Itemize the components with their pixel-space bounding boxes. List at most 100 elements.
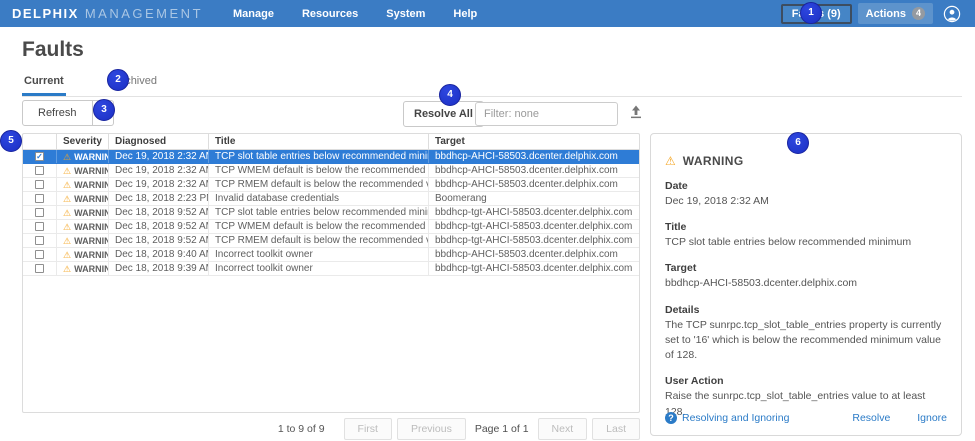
severity-cell: ⚠ WARNING xyxy=(56,178,108,191)
pagination-last-button[interactable]: Last xyxy=(592,418,640,440)
target-cell: Boomerang xyxy=(428,192,639,205)
warning-triangle-icon: ⚠ xyxy=(63,178,71,191)
annotation-callout-5: 5 xyxy=(0,130,22,152)
refresh-button[interactable]: Refresh xyxy=(22,100,93,126)
row-checkbox[interactable] xyxy=(35,152,44,161)
title-cell: TCP RMEM default is below the recommende… xyxy=(208,234,428,247)
annotation-callout-6: 6 xyxy=(787,132,809,154)
table-row[interactable]: ⚠ WARNING Dec 18, 2018 9:52 AM TCP slot … xyxy=(23,206,639,220)
target-cell: bbdhcp-AHCI-58503.dcenter.delphix.com xyxy=(428,178,639,191)
detail-severity-label: WARNING xyxy=(683,154,744,168)
column-header-title[interactable]: Title xyxy=(208,134,428,149)
export-icon[interactable] xyxy=(628,104,644,120)
target-cell: bbdhcp-tgt-AHCI-58503.dcenter.delphix.co… xyxy=(428,262,639,275)
ignore-link[interactable]: Ignore xyxy=(917,412,947,424)
warning-triangle-icon: ⚠ xyxy=(63,150,71,163)
severity-cell: ⚠ WARNING xyxy=(56,206,108,219)
table-row[interactable]: ⚠ WARNING Dec 19, 2018 2:32 AM TCP RMEM … xyxy=(23,178,639,192)
severity-label: WARNING xyxy=(74,234,108,247)
row-checkbox[interactable] xyxy=(35,194,44,203)
pagination-next-button[interactable]: Next xyxy=(538,418,588,440)
detail-date-label: Date xyxy=(665,180,947,192)
row-checkbox[interactable] xyxy=(35,208,44,217)
faults-tabs: Current Archived xyxy=(22,71,962,97)
pagination-previous-button[interactable]: Previous xyxy=(397,418,466,440)
row-checkbox-cell xyxy=(23,234,56,247)
user-profile-icon[interactable] xyxy=(943,5,961,23)
severity-cell: ⚠ WARNING xyxy=(56,150,108,163)
detail-title-label: Title xyxy=(665,221,947,233)
help-question-icon: ? xyxy=(665,412,677,424)
delphix-logo: DELPHIX MANAGEMENT xyxy=(12,6,203,21)
table-header-row: Severity Diagnosed Title Target xyxy=(23,134,639,150)
nav-item-system[interactable]: System xyxy=(372,8,439,20)
title-cell: TCP slot table entries below recommended… xyxy=(208,206,428,219)
detail-title-value: TCP slot table entries below recommended… xyxy=(665,235,947,250)
table-row[interactable]: ⚠ WARNING Dec 18, 2018 9:39 AM Incorrect… xyxy=(23,262,639,276)
diagnosed-cell: Dec 19, 2018 2:32 AM xyxy=(108,164,208,177)
row-checkbox-cell xyxy=(23,178,56,191)
filter-input[interactable] xyxy=(475,102,618,126)
title-cell: TCP WMEM default is below the recommende… xyxy=(208,164,428,177)
annotation-callout-2: 2 xyxy=(107,69,129,91)
row-checkbox-cell xyxy=(23,150,56,163)
tab-current[interactable]: Current xyxy=(22,75,66,96)
actions-button[interactable]: Actions 4 xyxy=(858,3,933,24)
diagnosed-cell: Dec 18, 2018 9:52 AM xyxy=(108,234,208,247)
detail-target-label: Target xyxy=(665,262,947,274)
nav-item-help[interactable]: Help xyxy=(439,8,491,20)
faults-toolbar: Refresh ▼ Resolve All xyxy=(0,100,975,128)
column-header-severity[interactable]: Severity xyxy=(56,134,108,149)
row-checkbox[interactable] xyxy=(35,166,44,175)
severity-label: WARNING xyxy=(74,220,108,233)
title-cell: TCP slot table entries below recommended… xyxy=(208,150,428,163)
resolve-all-button[interactable]: Resolve All xyxy=(403,101,484,127)
diagnosed-cell: Dec 18, 2018 2:23 PM xyxy=(108,192,208,205)
resolve-link[interactable]: Resolve xyxy=(852,412,890,424)
table-row[interactable]: ⚠ WARNING Dec 19, 2018 2:32 AM TCP slot … xyxy=(23,150,639,164)
resolving-and-ignoring-help-link[interactable]: ? Resolving and Ignoring xyxy=(665,412,789,424)
fault-detail-panel: ⚠ WARNING Date Dec 19, 2018 2:32 AM Titl… xyxy=(650,133,962,436)
diagnosed-cell: Dec 18, 2018 9:39 AM xyxy=(108,262,208,275)
detail-footer: ? Resolving and Ignoring Resolve Ignore xyxy=(665,412,947,424)
warning-triangle-icon: ⚠ xyxy=(63,206,71,219)
warning-triangle-icon: ⚠ xyxy=(63,234,71,247)
actions-button-label: Actions xyxy=(866,8,906,20)
target-cell: bbdhcp-AHCI-58503.dcenter.delphix.com xyxy=(428,248,639,261)
row-checkbox[interactable] xyxy=(35,180,44,189)
severity-cell: ⚠ WARNING xyxy=(56,248,108,261)
pagination-first-button[interactable]: First xyxy=(344,418,392,440)
target-cell: bbdhcp-AHCI-58503.dcenter.delphix.com xyxy=(428,164,639,177)
column-header-target[interactable]: Target xyxy=(428,134,639,149)
target-cell: bbdhcp-tgt-AHCI-58503.dcenter.delphix.co… xyxy=(428,206,639,219)
warning-triangle-icon: ⚠ xyxy=(63,164,71,177)
table-row[interactable]: ⚠ WARNING Dec 18, 2018 9:52 AM TCP RMEM … xyxy=(23,234,639,248)
diagnosed-cell: Dec 18, 2018 9:52 AM xyxy=(108,220,208,233)
row-checkbox[interactable] xyxy=(35,250,44,259)
detail-details-value: The TCP sunrpc.tcp_slot_table_entries pr… xyxy=(665,318,947,364)
severity-cell: ⚠ WARNING xyxy=(56,220,108,233)
actions-count-badge: 4 xyxy=(912,7,925,20)
row-checkbox[interactable] xyxy=(35,222,44,231)
warning-triangle-icon: ⚠ xyxy=(665,154,676,168)
nav-item-resources[interactable]: Resources xyxy=(288,8,372,20)
warning-triangle-icon: ⚠ xyxy=(63,192,71,205)
severity-cell: ⚠ WARNING xyxy=(56,164,108,177)
column-header-diagnosed[interactable]: Diagnosed xyxy=(108,134,208,149)
annotation-callout-1: 1 xyxy=(800,2,822,24)
top-navigation-bar: DELPHIX MANAGEMENT Manage Resources Syst… xyxy=(0,0,975,27)
row-checkbox-cell xyxy=(23,206,56,219)
brand-secondary: MANAGEMENT xyxy=(85,6,203,21)
annotation-callout-4: 4 xyxy=(439,84,461,106)
row-checkbox[interactable] xyxy=(35,264,44,273)
table-row[interactable]: ⚠ WARNING Dec 19, 2018 2:32 AM TCP WMEM … xyxy=(23,164,639,178)
severity-cell: ⚠ WARNING xyxy=(56,192,108,205)
nav-item-manage[interactable]: Manage xyxy=(219,8,288,20)
detail-header: ⚠ WARNING xyxy=(665,154,947,168)
table-row[interactable]: ⚠ WARNING Dec 18, 2018 9:40 AM Incorrect… xyxy=(23,248,639,262)
target-cell: bbdhcp-tgt-AHCI-58503.dcenter.delphix.co… xyxy=(428,234,639,247)
warning-triangle-icon: ⚠ xyxy=(63,220,71,233)
row-checkbox[interactable] xyxy=(35,236,44,245)
table-row[interactable]: ⚠ WARNING Dec 18, 2018 2:23 PM Invalid d… xyxy=(23,192,639,206)
table-row[interactable]: ⚠ WARNING Dec 18, 2018 9:52 AM TCP WMEM … xyxy=(23,220,639,234)
